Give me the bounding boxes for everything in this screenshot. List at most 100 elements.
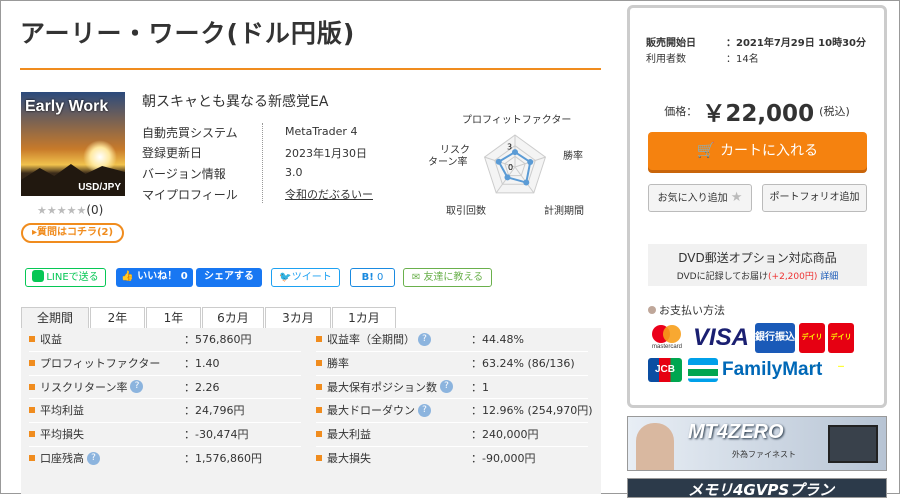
help-icon[interactable]: ? bbox=[87, 451, 100, 465]
radar-point bbox=[523, 179, 530, 186]
bullet-square-icon bbox=[29, 407, 35, 414]
price-block: 価格： ￥22,000 (税込) bbox=[630, 94, 884, 128]
bullet-square-icon bbox=[29, 336, 35, 342]
familymart-logo: FamilyMart bbox=[722, 359, 823, 380]
bullet-square-icon bbox=[316, 383, 322, 390]
favorite-label: お気に入り追加 bbox=[657, 193, 728, 204]
dvd-option-box: DVD郵送オプション対応商品 DVDに記録してお届け(+2,200円) 詳細 bbox=[648, 244, 867, 286]
price-tax: (税込) bbox=[819, 105, 850, 118]
right-stat-row: 最大保有ポジション数? ：1 bbox=[316, 376, 586, 399]
stat-label: リスクリターン率 bbox=[40, 380, 128, 394]
add-favorite-button[interactable]: お気に入り追加 ★ bbox=[648, 184, 752, 212]
purchase-sidebar: 販売開始日 ：2021年7月29日 10時30分 利用者数 ：14名 価格： ￥… bbox=[627, 5, 887, 408]
info-label-updated: 登録更新日 bbox=[142, 146, 203, 160]
title-underline bbox=[20, 68, 601, 70]
like-count: 0 bbox=[180, 271, 188, 282]
help-icon[interactable]: ? bbox=[418, 332, 431, 346]
help-icon[interactable]: ? bbox=[130, 380, 144, 394]
cart-label: カートに入れる bbox=[720, 143, 819, 159]
info-label-version: バージョン情報 bbox=[142, 167, 226, 181]
price-label: 価格： bbox=[664, 105, 698, 118]
tell-friend-label: 友達に教える bbox=[423, 272, 484, 283]
right-stat-row: 最大利益 ：240,000円 bbox=[316, 423, 586, 446]
add-to-cart-button[interactable]: 🛒 カートに入れる bbox=[648, 132, 867, 170]
page-title: アーリー・ワーク(ドル円版) bbox=[20, 19, 356, 48]
bank-transfer-logo: 銀行振込 bbox=[755, 323, 795, 353]
left-stat-row: 口座残高? ：1,576,860円 bbox=[29, 447, 299, 470]
like-label: いいね！ bbox=[137, 271, 178, 282]
product-subtitle: 朝スキャとも異なる新感覚EA bbox=[142, 94, 329, 110]
right-stat-row: 最大ドローダウン? ：12.96% (254,970円) bbox=[316, 399, 593, 422]
dvd-subtitle: DVDに記録してお届け(+2,200円) 詳細 bbox=[648, 269, 867, 282]
thumbnail-pair: USD/JPY bbox=[78, 182, 121, 193]
left-stat-row: 平均利益 ：24,796円 bbox=[29, 399, 299, 422]
bullet-square-icon bbox=[316, 359, 322, 366]
stat-label: 平均損失 bbox=[40, 428, 84, 442]
tab-3-months[interactable]: 3カ月 bbox=[265, 307, 331, 329]
payment-title-text: お支払い方法 bbox=[659, 304, 725, 317]
stat-label: 口座残高 bbox=[40, 452, 84, 465]
stat-label: 平均利益 bbox=[40, 404, 84, 418]
twitter-bird-icon: 🐦 bbox=[279, 272, 292, 283]
help-icon[interactable]: ? bbox=[418, 403, 431, 417]
left-stat-row: リスクリターン率? ：2.26 bbox=[29, 376, 299, 399]
radar-chart: 30 bbox=[483, 134, 547, 194]
profile-link[interactable]: 令和のだぶるいー bbox=[285, 186, 373, 202]
mastercard-text: mastercard bbox=[651, 344, 682, 350]
dvd-price: (+2,200円) bbox=[768, 272, 818, 282]
radar-label-risk-2: ターン率 bbox=[428, 157, 468, 168]
info-label-system: 自動売買システム bbox=[142, 126, 238, 140]
line-share-button[interactable]: LINEで送る bbox=[25, 268, 106, 287]
bullet-square-icon bbox=[316, 336, 322, 342]
rating-stars[interactable]: ★★★★★(0) bbox=[37, 203, 103, 217]
stat-value: ：576,860円 bbox=[184, 333, 252, 346]
tab-2-years[interactable]: 2年 bbox=[90, 307, 145, 329]
tab-6-months[interactable]: 6カ月 bbox=[202, 307, 264, 329]
dvd-title: DVD郵送オプション対応商品 bbox=[678, 251, 837, 265]
tell-friend-button[interactable]: ✉ 友達に教える bbox=[403, 268, 492, 287]
tab-1-month[interactable]: 1カ月 bbox=[332, 307, 396, 329]
review-count: (0) bbox=[86, 203, 104, 217]
stat-value: ：63.24% (86/136) bbox=[471, 356, 575, 370]
product-thumbnail[interactable]: Early Work USD/JPY bbox=[21, 92, 125, 196]
mastercard-logo: mastercard bbox=[648, 323, 686, 353]
facebook-like-button[interactable]: 👍 いいね！ 0 bbox=[116, 268, 193, 287]
hatena-count: 0 bbox=[377, 272, 384, 283]
stat-label: 最大損失 bbox=[327, 452, 371, 465]
add-portfolio-button[interactable]: ポートフォリオ追加 bbox=[762, 184, 867, 212]
radar-scale-max: 3 bbox=[507, 143, 512, 152]
hatena-bookmark-button[interactable]: B! 0 bbox=[350, 268, 395, 287]
stat-label: 最大利益 bbox=[327, 428, 371, 442]
radar-scale-min: 0 bbox=[508, 163, 513, 172]
users-label: 利用者数 bbox=[646, 54, 686, 65]
cart-icon: 🛒 bbox=[696, 141, 716, 159]
dvd-sub-text: DVDに記録してお届け bbox=[676, 272, 769, 282]
daily-yamazaki-logo-2: デイリー bbox=[828, 323, 854, 371]
line-icon bbox=[32, 270, 45, 282]
mt4zero-banner[interactable]: MT4ZERO 外為ファイネスト bbox=[627, 416, 887, 471]
facebook-share-button[interactable]: シェアする bbox=[196, 268, 262, 287]
question-button[interactable]: ▸質問はコチラ(2) bbox=[21, 223, 124, 243]
stat-label: 収益 bbox=[40, 333, 62, 346]
tweet-button[interactable]: 🐦ツイート bbox=[271, 268, 340, 287]
stat-value: ：240,000円 bbox=[471, 428, 539, 442]
right-stat-row: 最大損失 ：-90,000円 bbox=[316, 447, 586, 470]
tab-1-year[interactable]: 1年 bbox=[146, 307, 201, 329]
stats-panel: 収益 ：576,860円プロフィットファクター ：1.40 リスクリターン率? ：2.2… bbox=[21, 328, 601, 494]
info-value-system: MetaTrader 4 bbox=[285, 125, 358, 138]
tab-all-period[interactable]: 全期間 bbox=[21, 307, 89, 329]
sale-start-value: ：2021年7月29日 10時30分 bbox=[726, 38, 867, 49]
dvd-detail-link[interactable]: 詳細 bbox=[820, 272, 838, 282]
stat-value: ：2.26 bbox=[184, 380, 220, 394]
monitor-image bbox=[828, 425, 878, 463]
sale-start-label: 販売開始日 bbox=[646, 38, 696, 49]
right-stat-row: 収益率（全期間）? ：44.48% bbox=[316, 328, 586, 351]
line-share-label: LINEで送る bbox=[46, 272, 99, 283]
hatena-label: B! bbox=[361, 272, 374, 283]
info-value-updated: 2023年1月30日 bbox=[285, 147, 367, 160]
mt4zero-subtitle: 外為ファイネスト bbox=[732, 450, 796, 459]
thumbs-up-icon: 👍 bbox=[121, 271, 134, 282]
help-icon[interactable]: ? bbox=[440, 380, 453, 394]
vps-banner[interactable]: メモリ4GVPSプラン bbox=[627, 478, 887, 498]
left-stat-row: プロフィットファクター ：1.40 bbox=[29, 352, 299, 375]
